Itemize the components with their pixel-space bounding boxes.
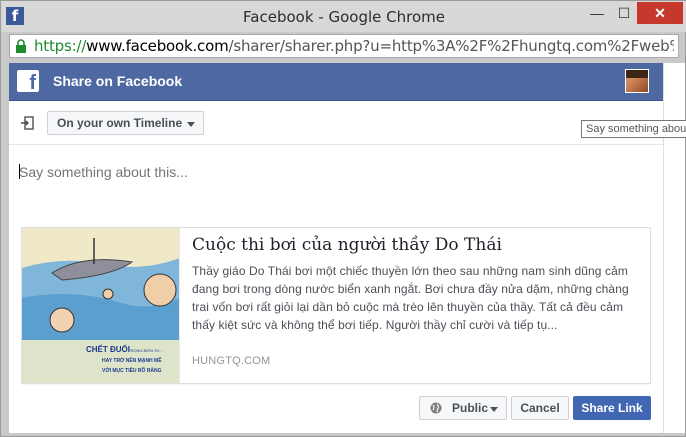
link-description: Thầy giáo Do Thái bơi một chiếc thuyền l… [192,264,629,332]
dialog-title: Share on Facebook [53,73,183,89]
image-caption-3: HAY TRỞ NÊN MẠNH MẼ [102,356,162,364]
audience-selector[interactable]: On your own Timeline [47,111,204,135]
dialog-header: f Share on Facebook [9,63,663,101]
composer-tooltip: Say something about this... [581,120,686,138]
link-title[interactable]: Cuộc thi bơi của người thầy Do Thái [192,234,644,256]
image-caption-2: TRONG BIỂN TH... [128,348,163,353]
window-right-margin [663,63,685,433]
privacy-selector[interactable]: Public [419,396,507,420]
composer[interactable] [9,146,663,216]
chevron-down-icon [187,122,195,127]
maximize-button[interactable]: ☐ [611,2,637,24]
cancel-button[interactable]: Cancel [511,396,569,420]
link-preview-image[interactable]: CHẾT ĐUỐI TRONG BIỂN TH... HAY TRỞ NÊN M… [22,228,180,383]
address-bar[interactable]: https://www.facebook.com/sharer/sharer.p… [9,34,679,58]
user-avatar[interactable] [625,69,649,93]
share-target-icon [21,116,34,130]
share-link-button[interactable]: Share Link [573,396,651,420]
lock-icon [16,39,26,53]
minimize-button[interactable]: — [583,2,611,24]
image-caption-1: CHẾT ĐUỐI [86,344,130,354]
swimming-cartoon-image: CHẾT ĐUỐI TRONG BIỂN TH... HAY TRỞ NÊN M… [22,228,179,383]
facebook-logo-icon: f [17,70,39,92]
audience-row: On your own Timeline [9,101,663,145]
link-preview-body: Cuộc thi bơi của người thầy Do Thái Thầy… [192,234,644,334]
url-path: /sharer/sharer.php?u=http%3A%2F%2Fhungtq… [228,37,674,55]
privacy-label: Public [451,401,488,415]
close-button[interactable]: ✕ [637,2,683,24]
link-preview-card[interactable]: CHẾT ĐUỐI TRONG BIỂN TH... HAY TRỞ NÊN M… [21,227,651,384]
url-scheme: https:// [34,37,87,55]
audience-selector-label: On your own Timeline [57,116,183,130]
say-something-input[interactable] [19,164,579,180]
chevron-down-icon [490,407,498,412]
dialog-footer: Public Cancel Share Link [9,393,663,433]
image-caption-4: VỚI MỤC TIÊU RÕ RÀNG [102,366,162,374]
link-source-domain: HUNGTQ.COM [192,355,271,367]
url-host: www.facebook.com [86,37,229,55]
url-text[interactable]: https://www.facebook.com/sharer/sharer.p… [34,37,674,55]
share-dialog: f Share on Facebook On your own Timeline [9,63,663,433]
title-bar[interactable]: f Facebook - Google Chrome — ☐ ✕ [1,1,686,32]
globe-icon [430,402,442,414]
browser-window: f Facebook - Google Chrome — ☐ ✕ https:/… [0,0,686,437]
